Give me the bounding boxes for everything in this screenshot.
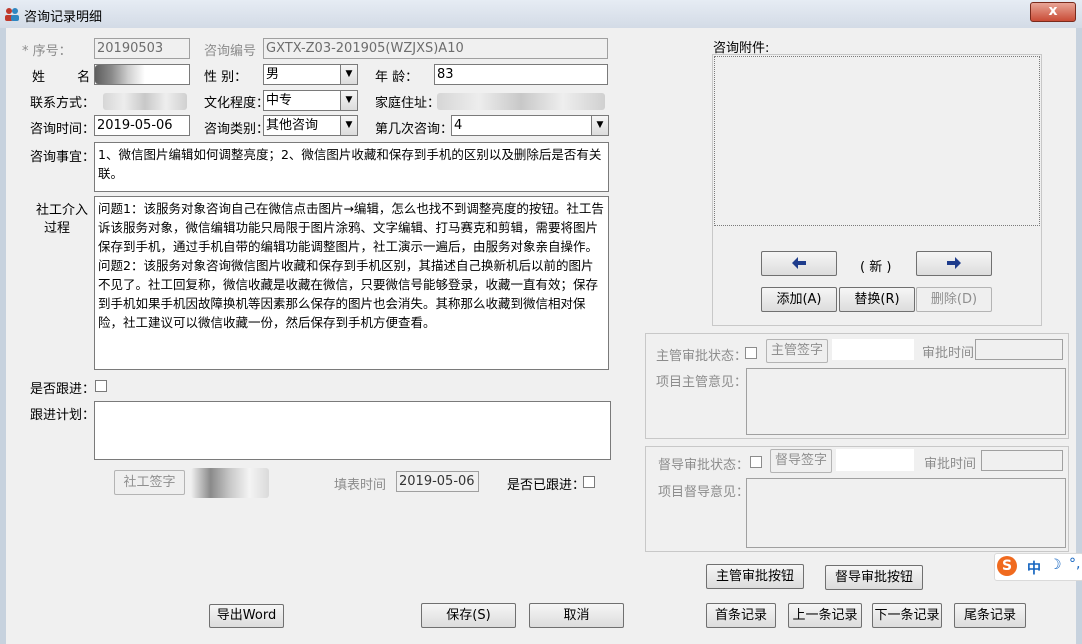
gender-value: 男 [266,67,280,82]
prev-record-button[interactable]: 上一条记录 [788,603,862,628]
inspector-approve-button[interactable]: 督导审批按钮 [825,565,923,590]
inspector-sign-button[interactable]: 督导签字 [770,449,832,473]
supervisor-time-label: 审批时间 [922,346,975,361]
ime-language-label: 中 [1027,561,1041,577]
seq-field: 20190503 [94,38,190,59]
supervisor-approve-button[interactable]: 主管审批按钮 [706,564,804,589]
nth-consult-combo[interactable]: 4 ▼ [451,115,609,136]
inspector-opinion-textarea [746,478,1066,548]
inspector-opinion-label: 项目督导意见： [658,485,750,500]
add-attachment-button[interactable]: 添加(A) [761,287,837,312]
name-field[interactable] [94,64,190,85]
punctuation-icon: °, [1069,556,1081,572]
supervisor-time-field [975,339,1063,360]
process-label-line1: 社工介入 [36,203,89,218]
supervisor-sign-button[interactable]: 主管签字 [766,339,828,363]
gender-combo[interactable]: 男 ▼ [263,64,358,85]
contact-redacted [103,93,187,110]
consult-type-combo[interactable]: 其他咨询 ▼ [263,115,358,136]
gender-label: 性 别： [204,70,248,85]
save-button[interactable]: 保存(S) [421,603,516,628]
next-attachment-button[interactable] [916,251,992,276]
supervisor-sign-field [831,338,915,361]
chevron-down-icon[interactable]: ▼ [340,116,357,135]
inspector-time-field [981,450,1063,471]
moon-icon: ☽ [1049,557,1062,573]
first-record-button[interactable]: 首条记录 [706,603,776,628]
window-title: 咨询记录明细 [24,10,103,25]
attachment-status: ( 新 ) [860,260,892,275]
consult-time-label: 咨询时间： [30,122,96,137]
fill-time-label: 填表时间 [334,478,387,493]
plan-textarea[interactable] [94,401,611,460]
export-word-button[interactable]: 导出Word [209,604,284,628]
sogou-logo-icon: S [997,556,1017,576]
worker-signature-image [191,468,269,498]
consult-time-field[interactable]: 2019-05-06 [94,115,190,136]
delete-attachment-button[interactable]: 删除(D) [916,287,992,312]
age-field[interactable]: 83 [434,64,608,85]
chevron-down-icon[interactable]: ▼ [340,91,357,110]
supervisor-status-checkbox[interactable] [745,347,757,359]
consult-no-label: 咨询编号 [204,44,257,59]
followed-label: 是否已跟进： [507,478,586,493]
supervisor-status-label: 主管审批状态： [656,349,748,364]
arrow-right-icon [947,257,961,269]
process-textarea[interactable]: 问题1：该服务对象咨询自己在微信点击图片→编辑，怎么也找不到调整亮度的按钮。社工… [94,196,609,370]
contact-label: 联系方式： [30,96,96,111]
followed-checkbox[interactable] [583,476,595,488]
inspector-status-checkbox[interactable] [750,456,762,468]
matter-label: 咨询事宜： [30,150,96,165]
matter-textarea[interactable]: 1、微信图片编辑如何调整亮度；2、微信图片收藏和保存到手机的区别以及删除后是否有… [94,142,609,192]
title-bar: 咨询记录明细 x [0,0,1082,29]
last-record-button[interactable]: 尾条记录 [954,603,1026,628]
chevron-down-icon[interactable]: ▼ [591,116,608,135]
contact-field[interactable] [94,90,190,111]
address-field[interactable] [434,90,608,111]
close-button[interactable]: x [1030,2,1076,22]
name-redacted [95,65,145,84]
plan-label: 跟进计划： [30,408,96,423]
cancel-button[interactable]: 取消 [529,603,624,628]
nth-consult-value: 4 [454,118,463,133]
inspector-sign-field [835,448,915,472]
age-label: 年 龄： [375,70,419,85]
ime-toolbar[interactable]: S 中 ☽ °, [994,553,1082,581]
nth-consult-label: 第几次咨询： [375,122,454,137]
chevron-down-icon[interactable]: ▼ [340,65,357,84]
worker-sign-button[interactable]: 社工签字 [114,470,185,495]
consult-type-label: 咨询类别： [204,122,270,137]
followup-checkbox[interactable] [95,380,107,392]
next-record-button[interactable]: 下一条记录 [872,603,942,628]
replace-attachment-button[interactable]: 替换(R) [839,287,915,312]
followup-label: 是否跟进： [30,382,96,397]
attachment-preview[interactable] [714,56,1040,226]
supervisor-opinion-textarea [746,368,1066,435]
process-label-line2: 过程 [44,221,71,236]
seq-label: * 序号： [22,44,72,59]
address-label: 家庭住址： [375,96,441,111]
close-icon: x [1048,3,1058,19]
users-icon [5,8,19,21]
fill-time-field: 2019-05-06 [396,471,479,492]
arrow-left-icon [792,257,806,269]
supervisor-opinion-label: 项目主管意见： [656,375,748,390]
address-redacted [437,93,605,110]
inspector-time-label: 审批时间 [924,457,977,472]
consult-type-value: 其他咨询 [266,118,319,133]
consult-no-field: GXTX-Z03-201905(WZJXS)A10 [263,38,608,59]
inspector-status-label: 督导审批状态： [658,458,750,473]
education-combo[interactable]: 中专 ▼ [263,90,358,111]
education-label: 文化程度： [204,96,270,111]
education-value: 中专 [266,93,293,108]
prev-attachment-button[interactable] [761,251,837,276]
